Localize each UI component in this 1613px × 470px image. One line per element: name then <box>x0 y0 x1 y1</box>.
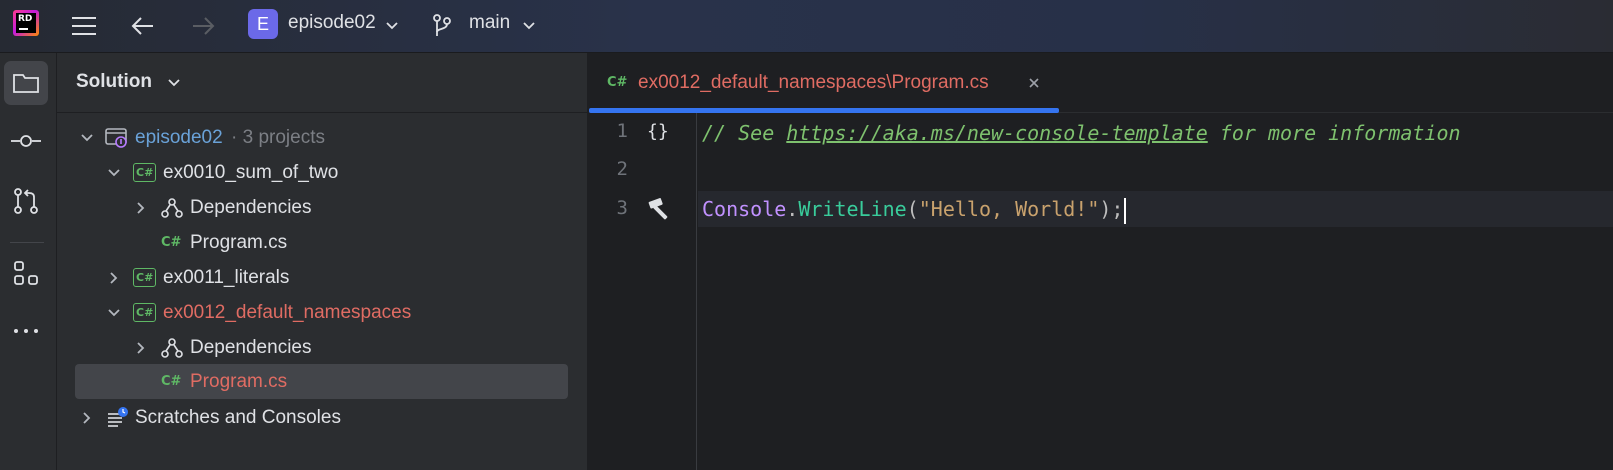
code-link[interactable]: https://aka.ms/new-console-template <box>786 121 1207 145</box>
divider <box>10 242 44 243</box>
logo-text: RD <box>18 14 33 24</box>
main-menu-icon[interactable] <box>68 10 100 42</box>
editor: C# ex0012_default_namespaces\Program.cs … <box>589 53 1613 470</box>
branch-name[interactable]: main <box>469 12 510 34</box>
pull-requests-icon[interactable] <box>4 179 48 223</box>
editor-tab[interactable]: C# ex0012_default_namespaces\Program.cs <box>589 53 1059 113</box>
back-arrow-icon[interactable] <box>127 10 159 42</box>
tree-item-label: ex0011_literals <box>163 267 290 288</box>
tab-label: ex0012_default_namespaces\Program.cs <box>638 72 989 93</box>
tree-item-label: Dependencies <box>190 337 312 358</box>
hammer-icon[interactable] <box>647 195 675 226</box>
title-bar: RD E episode02 main <box>0 0 1613 53</box>
code-line-1[interactable]: // See https://aka.ms/new-console-templa… <box>698 115 1613 151</box>
forward-arrow-icon[interactable] <box>187 10 219 42</box>
csharp-file-icon: C# <box>161 235 182 250</box>
tree-item-label: Scratches and Consoles <box>135 407 341 428</box>
code-string: "Hello, World!" <box>918 197 1100 221</box>
code-line-3[interactable]: Console.WriteLine("Hello, World!"); <box>698 191 1613 227</box>
csharp-file-icon: C# <box>161 374 182 389</box>
close-icon[interactable] <box>1026 75 1042 91</box>
scratches-icon <box>106 406 130 434</box>
chevron-down-icon[interactable] <box>106 305 122 321</box>
chevron-down-icon[interactable] <box>106 165 122 181</box>
svg-text:{}: {} <box>647 121 669 142</box>
chevron-down-icon[interactable] <box>521 10 537 42</box>
project-count: · 3 projects <box>231 127 325 148</box>
tool-window-strip <box>0 53 57 470</box>
branch-icon[interactable] <box>430 10 454 42</box>
code-line-2[interactable] <box>698 153 1613 189</box>
tree-item-dependencies[interactable]: Dependencies <box>57 330 588 366</box>
csharp-project-icon: C# <box>133 268 157 287</box>
csharp-file-icon: C# <box>607 75 628 90</box>
code-method: WriteLine <box>798 197 907 221</box>
code-comment: for more information <box>1207 121 1461 145</box>
tree-item-project[interactable]: C# ex0010_sum_of_two <box>57 155 588 191</box>
chevron-down-icon[interactable] <box>384 10 400 42</box>
tree-item-scratches[interactable]: Scratches and Consoles <box>57 400 588 436</box>
dependencies-icon <box>161 338 183 364</box>
chevron-right-icon[interactable] <box>133 340 149 356</box>
solution-icon <box>105 126 129 156</box>
tree-item-dependencies[interactable]: Dependencies <box>57 190 588 226</box>
commit-icon[interactable] <box>4 119 48 163</box>
tree-item-label: episode02 <box>135 127 223 148</box>
tree-item-label: ex0012_default_namespaces <box>163 302 412 323</box>
dependencies-icon <box>161 198 183 224</box>
csharp-project-icon: C# <box>133 163 157 182</box>
chevron-right-icon[interactable] <box>133 200 149 216</box>
project-badge[interactable]: E <box>248 9 278 39</box>
code-class: Console <box>702 197 787 221</box>
chevron-right-icon[interactable] <box>106 270 122 286</box>
chevron-down-icon[interactable] <box>79 130 95 146</box>
tree-item-file[interactable]: C# Program.cs <box>57 225 588 261</box>
line-number: 1 <box>616 120 628 142</box>
chevron-down-icon[interactable] <box>168 79 180 87</box>
line-number: 2 <box>616 158 628 180</box>
rider-logo-icon[interactable]: RD <box>13 10 39 36</box>
folder-icon[interactable] <box>4 61 48 105</box>
chevron-right-icon[interactable] <box>79 410 95 426</box>
code-punct: . <box>786 197 799 221</box>
solution-panel: Solution episode02 · 3 projects C# ex001… <box>57 53 588 470</box>
tree-item-project[interactable]: C# ex0011_literals <box>57 260 588 296</box>
project-name[interactable]: episode02 <box>288 12 376 34</box>
text-caret <box>1124 197 1127 224</box>
more-icon[interactable] <box>4 309 48 353</box>
editor-tab-bar: C# ex0012_default_namespaces\Program.cs <box>589 53 1613 113</box>
panel-header: Solution <box>57 53 588 113</box>
structure-icon[interactable] <box>4 251 48 295</box>
code-punct: ); <box>1099 197 1124 221</box>
tree-item-label: Dependencies <box>190 197 312 218</box>
tree-item-label: Program.cs <box>190 370 288 392</box>
namespace-braces-icon[interactable]: {} <box>647 119 673 148</box>
csharp-project-icon: C# <box>133 303 157 322</box>
tree-item-label: ex0010_sum_of_two <box>163 162 339 183</box>
line-number: 3 <box>616 197 628 219</box>
code-comment: // See <box>702 121 787 145</box>
line-gutter: 1 2 3 {} <box>589 113 697 470</box>
tree-item-label: Program.cs <box>190 232 288 253</box>
panel-title[interactable]: Solution <box>76 71 152 93</box>
code-punct: ( <box>906 197 919 221</box>
tree-item-project[interactable]: C# ex0012_default_namespaces <box>57 295 588 331</box>
tree-item-file-selected[interactable]: C# Program.cs <box>75 364 568 399</box>
tree-item-solution[interactable]: episode02 · 3 projects <box>57 120 588 156</box>
